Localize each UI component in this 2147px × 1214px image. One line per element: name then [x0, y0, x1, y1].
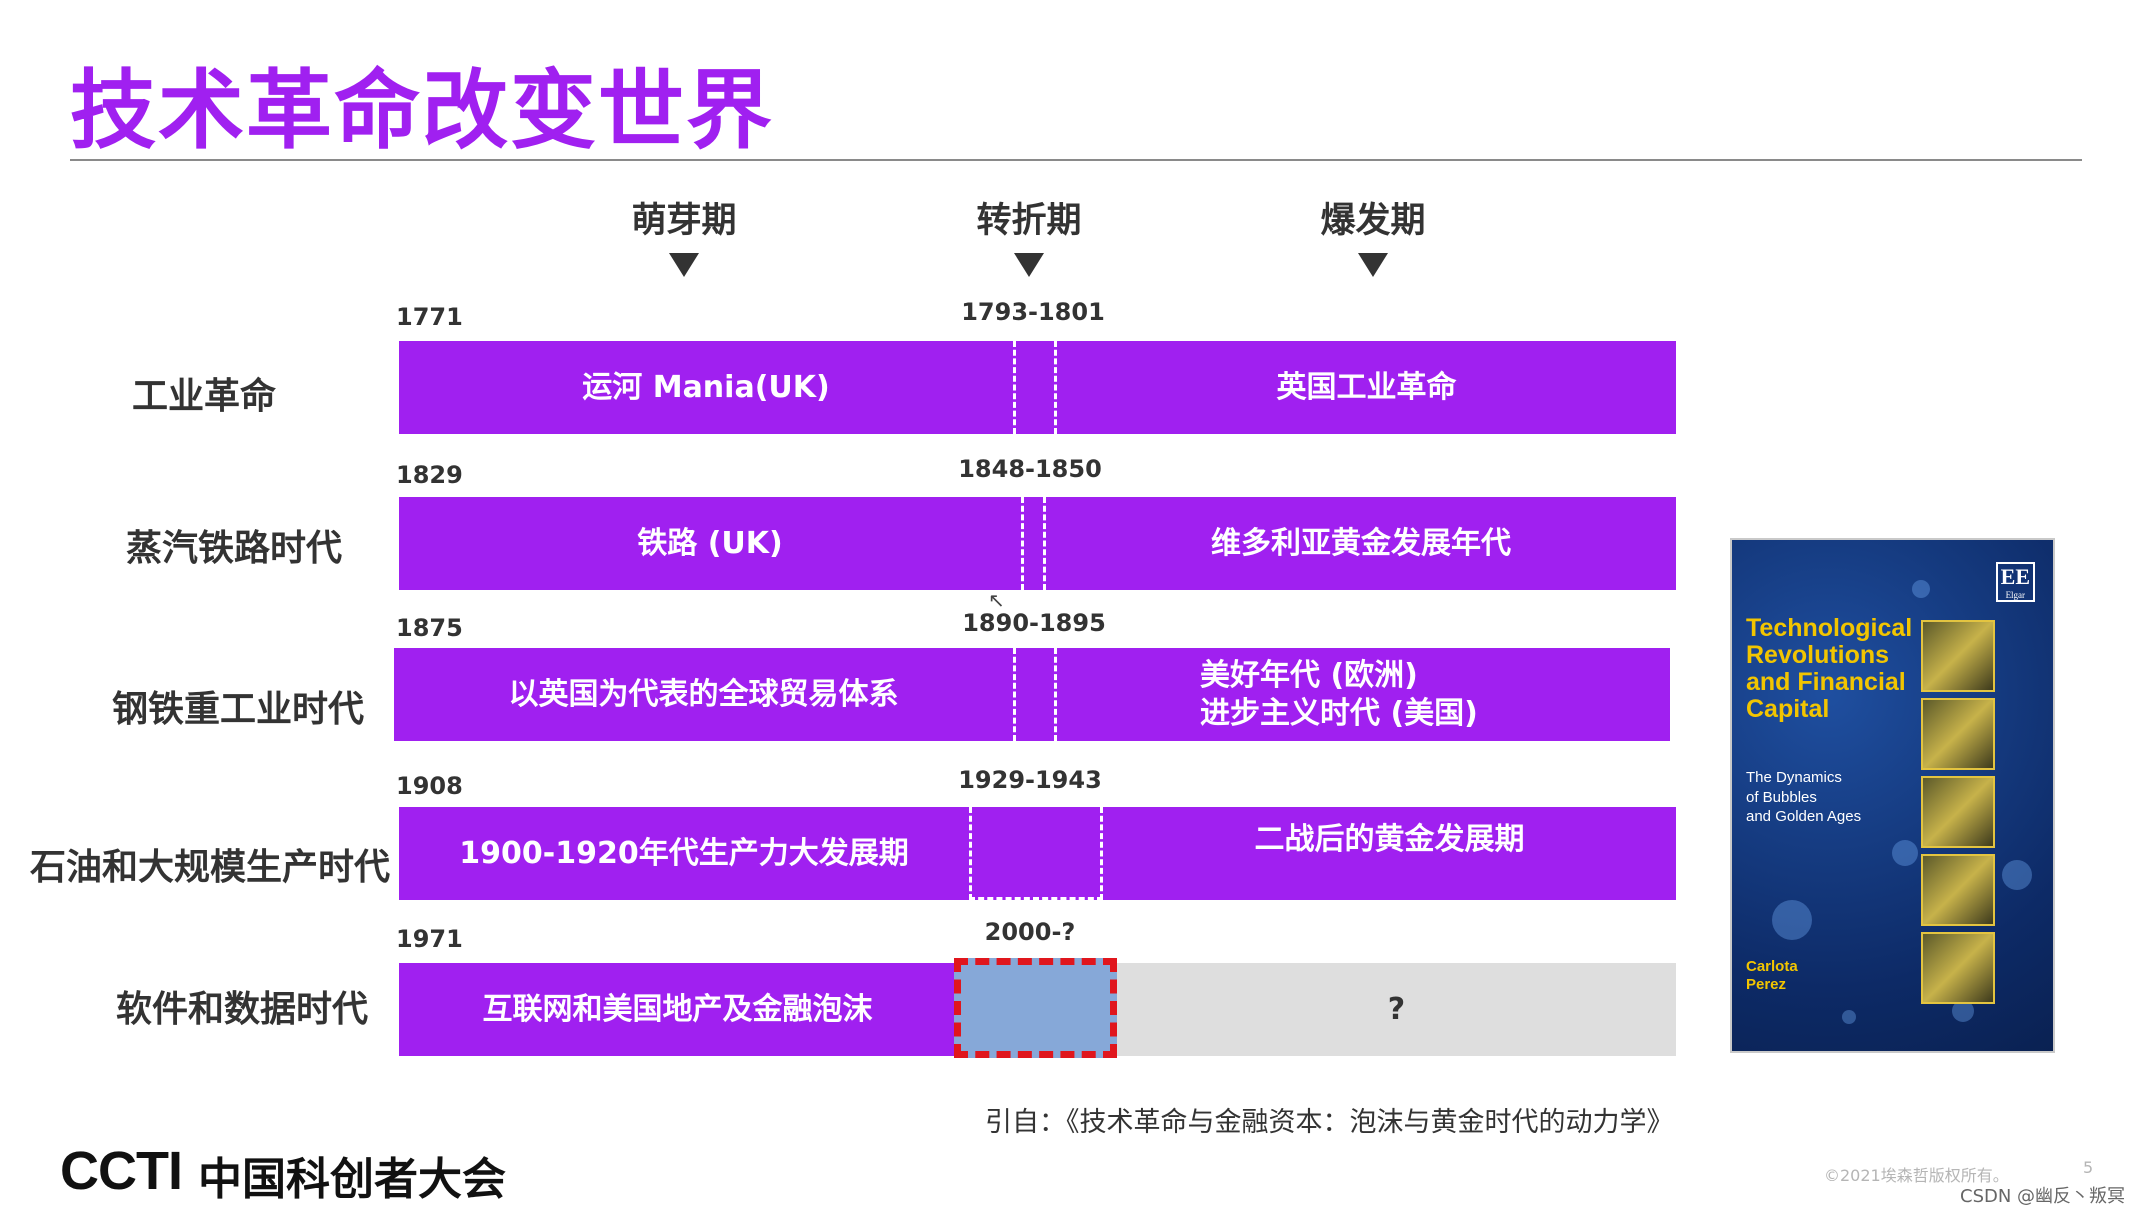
- bar-left: 互联网和美国地产及金融泡沫: [399, 963, 956, 1056]
- book-title-line: Technological: [1746, 614, 1913, 642]
- start-year: 1771: [396, 303, 463, 331]
- down-triangle-icon: [1014, 253, 1044, 277]
- bar-right-line: 进步主义时代 (美国): [1200, 695, 1478, 731]
- bubble-decoration: [1772, 900, 1812, 940]
- turning-years: 1929-1943: [958, 766, 1102, 794]
- book-title: Technological Revolutions and Financial …: [1746, 615, 1912, 723]
- book-subtitle: The Dynamics of Bubbles and Golden Ages: [1746, 768, 1861, 827]
- bar-right: 二战后的黄金发展期: [1103, 807, 1676, 900]
- bar-left: 铁路 (UK): [399, 497, 1021, 590]
- start-year: 1971: [396, 925, 463, 953]
- row-label-railway: 蒸汽铁路时代: [126, 528, 343, 569]
- phase-germination: 萌芽期: [584, 192, 784, 277]
- book-image-tile: [1921, 932, 1995, 1004]
- page-number: 5: [2083, 1158, 2094, 1177]
- turning-gap: [969, 807, 1103, 900]
- start-year: 1875: [396, 614, 463, 642]
- phase-label: 爆发期: [1320, 201, 1426, 241]
- book-image-tile: [1921, 776, 1995, 848]
- turning-years: 1793-1801: [961, 298, 1105, 326]
- book-subtitle-line: The Dynamics: [1746, 769, 1842, 786]
- book-title-line: Revolutions: [1746, 641, 1890, 669]
- turning-years: 2000-?: [984, 918, 1076, 946]
- bar-left: 1900-1920年代生产力大发展期: [399, 807, 969, 900]
- bubble-decoration: [1892, 840, 1918, 866]
- book-subtitle-line: of Bubbles: [1746, 788, 1817, 806]
- row-label-industrial: 工业革命: [132, 376, 277, 417]
- phase-label: 转折期: [976, 201, 1082, 241]
- book-image-tile: [1921, 698, 1995, 770]
- bar-right: 美好年代 (欧洲) 进步主义时代 (美国): [1057, 648, 1670, 741]
- bubble-decoration: [2002, 860, 2032, 890]
- book-subtitle-line: and Golden Ages: [1746, 808, 1862, 825]
- turning-years: 1848-1850: [958, 455, 1102, 483]
- book-image-tile: [1921, 854, 1995, 926]
- row-label-software: 软件和数据时代: [116, 989, 369, 1030]
- publisher-name: Elgar: [2005, 590, 2026, 600]
- title-divider: [70, 159, 2082, 161]
- book-cover: EE Elgar Technological Revolutions and F…: [1730, 538, 2055, 1053]
- book-title-line: Capital: [1746, 695, 1830, 723]
- book-image-tile: [1921, 620, 1995, 692]
- bar-right: 英国工业革命: [1057, 341, 1676, 434]
- turning-gap: [1021, 497, 1046, 590]
- mouse-cursor-icon: ↖: [988, 588, 1005, 612]
- down-triangle-icon: [1358, 253, 1388, 277]
- start-year: 1908: [396, 772, 463, 800]
- book-author: Carlota Perez: [1746, 958, 1798, 994]
- phase-turning: 转折期: [929, 192, 1129, 277]
- row-label-oil: 石油和大规模生产时代: [30, 847, 391, 888]
- citation: 引自：《技术革命与金融资本：泡沫与黄金时代的动力学》: [985, 1107, 1674, 1138]
- start-year: 1829: [396, 461, 463, 489]
- watermark: CSDN @幽反丶叛冥: [1960, 1186, 2126, 1207]
- bar-right-line: 美好年代 (欧洲): [1200, 658, 1418, 693]
- book-author-line: Perez: [1746, 976, 1787, 993]
- page-title: 技术革命改变世界: [70, 61, 774, 161]
- bar-left: 以英国为代表的全球贸易体系: [394, 648, 1013, 741]
- publisher-logo: EE Elgar: [1995, 562, 2035, 602]
- turning-gap: [1013, 341, 1057, 434]
- book-image-strip: [1921, 620, 1995, 1010]
- bubble-decoration: [1842, 1010, 1856, 1024]
- bar-unknown: ?: [1117, 963, 1676, 1056]
- publisher-mark: EE: [2000, 564, 2030, 589]
- bar-right: 维多利亚黄金发展年代: [1046, 497, 1676, 590]
- phase-label: 萌芽期: [631, 201, 737, 241]
- conference-name: 中国科创者大会: [198, 1154, 506, 1205]
- down-triangle-icon: [669, 253, 699, 277]
- ccti-logo: CCTI: [60, 1141, 183, 1201]
- turning-gap: [1013, 648, 1057, 741]
- book-title-line: and Financial: [1746, 668, 1906, 696]
- row-label-steel: 钢铁重工业时代: [112, 689, 365, 730]
- bubble-decoration: [1912, 580, 1930, 598]
- book-author-line: Carlota: [1746, 958, 1798, 975]
- turning-years: 1890-1895: [962, 609, 1106, 637]
- turning-gap-highlight: [954, 958, 1117, 1058]
- phase-explosion: 爆发期: [1273, 192, 1473, 277]
- bar-left: 运河 Mania(UK): [399, 341, 1013, 434]
